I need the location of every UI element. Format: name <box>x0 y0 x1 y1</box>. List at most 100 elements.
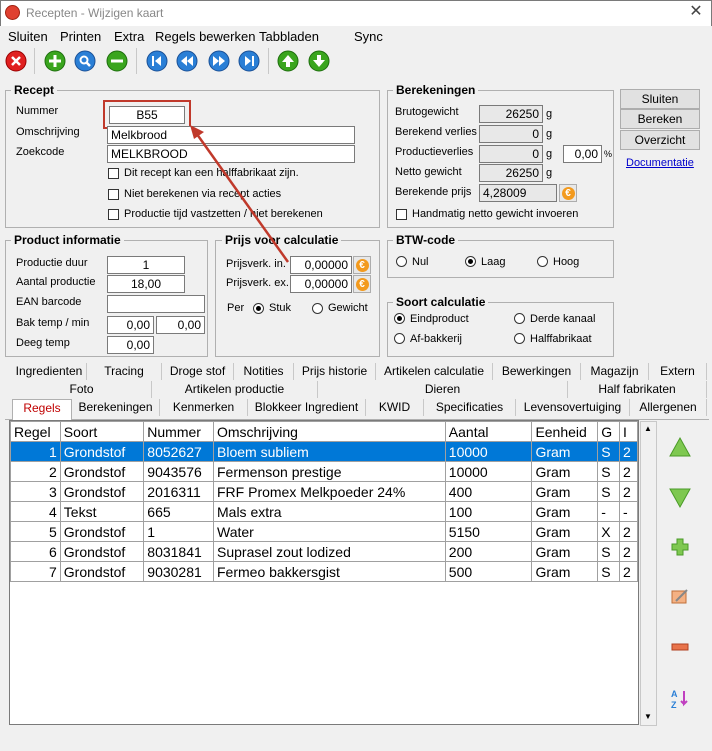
tab-regels[interactable]: Regels <box>12 399 72 420</box>
last-record-icon[interactable] <box>238 50 260 72</box>
table-cell[interactable]: 1 <box>143 521 214 542</box>
productieverlies-pct-field[interactable]: 0,00 <box>563 145 602 163</box>
table-cell[interactable]: Fermenson prestige <box>213 461 446 482</box>
table-cell[interactable]: - <box>619 501 638 522</box>
column-header[interactable]: Soort <box>59 421 145 442</box>
prijsverk-ex-field[interactable]: 0,00000 <box>290 275 352 293</box>
aantal-productie-field[interactable]: 18,00 <box>107 275 185 293</box>
column-header[interactable]: I <box>619 421 638 442</box>
table-cell[interactable]: 9043576 <box>143 461 214 482</box>
edit-row-icon[interactable] <box>667 584 693 610</box>
tab-tracing[interactable]: Tracing <box>87 363 162 380</box>
table-cell[interactable]: 5150 <box>444 521 533 542</box>
table-row[interactable]: 1 Grondstof 8052627 Bloem subliem 10000 Gram S… <box>10 441 638 462</box>
table-cell[interactable]: 2 <box>10 461 61 482</box>
handmatig-checkbox[interactable] <box>396 209 407 220</box>
sluiten-button[interactable]: Sluiten <box>620 89 700 109</box>
table-cell[interactable]: S <box>597 541 621 562</box>
table-row[interactable]: 6 Grondstof 8031841 Suprasel zout lodized 20… <box>10 541 638 562</box>
table-cell[interactable]: Gram <box>531 501 599 522</box>
next-record-icon[interactable] <box>208 50 230 72</box>
column-header[interactable]: Regel <box>10 421 61 442</box>
tab-levensovertuiging[interactable]: Levensovertuiging <box>516 399 630 416</box>
menu-extra[interactable]: Extra <box>114 29 144 44</box>
niet-berekenen-checkbox[interactable] <box>108 189 119 200</box>
table-cell[interactable]: 7 <box>10 561 61 582</box>
btw-nul-radio[interactable] <box>396 256 407 267</box>
tab-blokkeer-ingredient[interactable]: Blokkeer Ingredient <box>248 399 366 416</box>
tab-kenmerken[interactable]: Kenmerken <box>160 399 248 416</box>
column-header[interactable]: Nummer <box>143 421 214 442</box>
table-cell[interactable]: Bloem subliem <box>213 441 446 462</box>
productie-duur-field[interactable]: 1 <box>107 256 185 274</box>
table-cell[interactable]: 8052627 <box>143 441 214 462</box>
delete-row-icon[interactable] <box>667 634 693 660</box>
table-cell[interactable]: 10000 <box>444 461 533 482</box>
table-cell[interactable]: 1 <box>10 441 61 462</box>
tab-ingredienten[interactable]: Ingredienten <box>12 363 87 380</box>
tab-prijs-historie[interactable]: Prijs historie <box>294 363 376 380</box>
bereken-button[interactable]: Bereken <box>620 109 700 129</box>
table-cell[interactable]: Grondstof <box>59 461 145 482</box>
table-cell[interactable]: 2 <box>619 481 638 502</box>
tab-half-fabrikaten[interactable]: Half fabrikaten <box>568 381 707 398</box>
remove-icon[interactable] <box>106 50 128 72</box>
table-row[interactable]: 7 Grondstof 9030281 Fermeo bakkersgist 500 Gr… <box>10 561 638 582</box>
table-cell[interactable]: 2016311 <box>143 481 214 502</box>
table-cell[interactable]: Fermeo bakkersgist <box>213 561 446 582</box>
table-cell[interactable]: 2 <box>619 541 638 562</box>
tab-artikelen-calculatie[interactable]: Artikelen calculatie <box>376 363 493 380</box>
column-header[interactable]: Aantal <box>444 421 533 442</box>
stuk-radio[interactable] <box>253 303 264 314</box>
tab-dieren[interactable]: Dieren <box>318 381 568 398</box>
table-cell[interactable]: Grondstof <box>59 441 145 462</box>
table-cell[interactable]: Gram <box>531 461 599 482</box>
table-cell[interactable]: 665 <box>143 501 214 522</box>
tab-bewerkingen[interactable]: Bewerkingen <box>493 363 581 380</box>
documentatie-link[interactable]: Documentatie <box>626 157 694 169</box>
table-cell[interactable]: Water <box>213 521 446 542</box>
table-cell[interactable]: X <box>597 521 621 542</box>
table-cell[interactable]: 6 <box>10 541 61 562</box>
add-icon[interactable] <box>44 50 66 72</box>
table-cell[interactable]: Mals extra <box>213 501 446 522</box>
column-header[interactable]: Eenheid <box>531 421 599 442</box>
menu-regels-bewerken[interactable]: Regels bewerken <box>155 29 255 44</box>
table-cell[interactable]: Gram <box>531 521 599 542</box>
tab-kwid[interactable]: KWID <box>366 399 424 416</box>
btw-laag-radio[interactable] <box>465 256 476 267</box>
euro-icon[interactable]: € <box>559 184 577 202</box>
table-row[interactable]: 2 Grondstof 9043576 Fermenson prestige 10000… <box>10 461 638 482</box>
table-cell[interactable]: 200 <box>444 541 533 562</box>
move-down-icon[interactable] <box>667 484 693 510</box>
derde-kanaal-radio[interactable] <box>514 313 525 324</box>
ean-barcode-field[interactable] <box>107 295 205 313</box>
table-row[interactable]: 4 Tekst 665 Mals extra 100 Gram - - <box>10 501 638 522</box>
table-cell[interactable]: 4 <box>10 501 61 522</box>
menu-printen[interactable]: Printen <box>60 29 101 44</box>
move-up-icon[interactable] <box>667 435 693 461</box>
sort-az-icon[interactable]: AZ <box>667 686 693 712</box>
close-icon[interactable] <box>5 50 27 72</box>
productie-tijd-checkbox[interactable] <box>108 209 119 220</box>
table-cell[interactable]: 2 <box>619 521 638 542</box>
add-row-icon[interactable] <box>667 534 693 560</box>
tab-droge-stof[interactable]: Droge stof <box>162 363 234 380</box>
table-cell[interactable]: Suprasel zout lodized <box>213 541 446 562</box>
table-row[interactable]: 5 Grondstof 1 Water 5150 Gram X 2 <box>10 521 638 542</box>
table-cell[interactable]: Gram <box>531 441 599 462</box>
table-cell[interactable]: 500 <box>444 561 533 582</box>
af-bakkerij-radio[interactable] <box>394 333 405 344</box>
table-cell[interactable]: S <box>597 461 621 482</box>
tab-extern[interactable]: Extern <box>649 363 707 380</box>
table-cell[interactable]: 400 <box>444 481 533 502</box>
menu-sluiten[interactable]: Sluiten <box>8 29 48 44</box>
table-cell[interactable]: 3 <box>10 481 61 502</box>
euro-icon[interactable]: € <box>353 256 371 274</box>
menu-tabbladen[interactable]: Tabbladen <box>259 29 319 44</box>
search-icon[interactable] <box>74 50 96 72</box>
table-cell[interactable]: Grondstof <box>59 541 145 562</box>
close-window-button[interactable]: ✕ <box>684 2 708 22</box>
regels-grid[interactable]: Regel Soort Nummer Omschrijving Aantal Eenhei… <box>9 420 639 725</box>
arrow-down-icon[interactable] <box>308 50 330 72</box>
